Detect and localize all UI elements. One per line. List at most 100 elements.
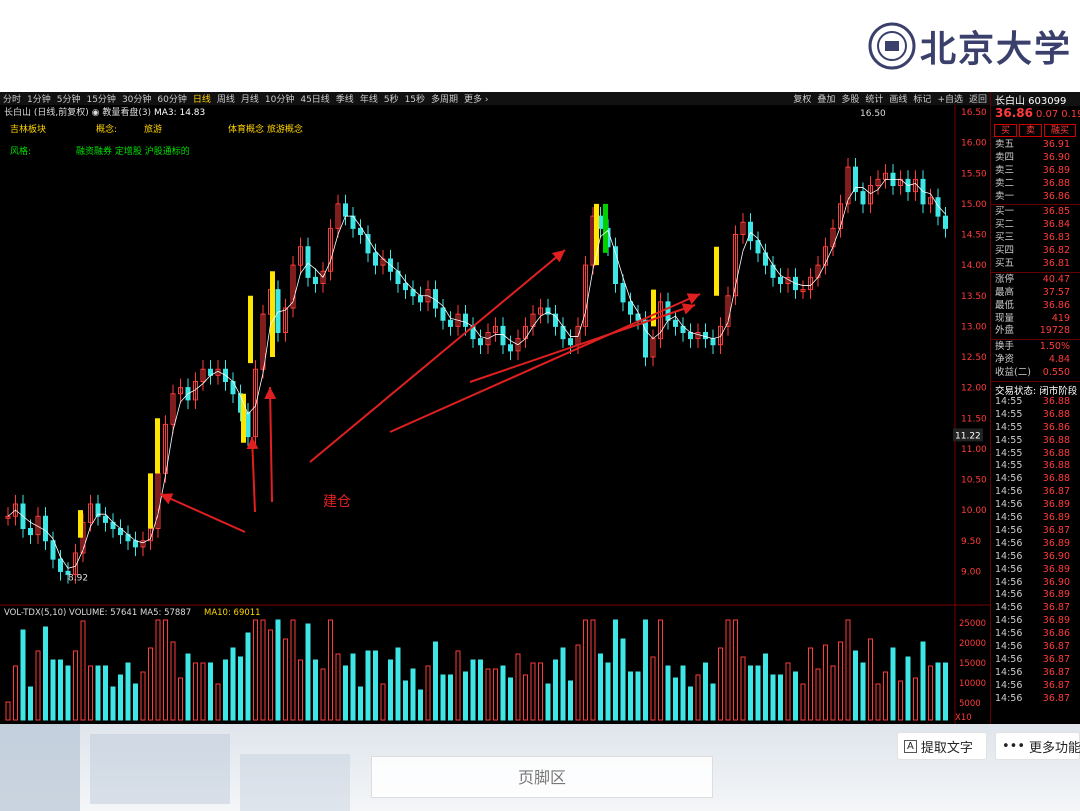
period-tab-6[interactable]: 日线: [190, 92, 214, 105]
volume-bar: [208, 662, 213, 721]
toolbar-tool-0[interactable]: 复权: [790, 92, 814, 105]
trade-button-1[interactable]: 卖: [1019, 124, 1043, 137]
period-tab-7[interactable]: 周线: [214, 92, 238, 105]
period-tab-1[interactable]: 1分钟: [24, 92, 54, 105]
volume-bar: [50, 659, 56, 721]
volume-bar: [65, 665, 71, 721]
period-tab-0[interactable]: 分时: [0, 92, 24, 105]
candle-down: [778, 276, 783, 284]
volume-bar: [440, 674, 446, 721]
tick-time: 14:56: [995, 576, 1023, 588]
tick-time: 14:55: [995, 408, 1023, 420]
highlight-bar: [714, 246, 719, 296]
toolbar-tool-3[interactable]: 统计: [862, 92, 886, 105]
volume-bar: [403, 680, 408, 721]
highlight-bar: [148, 473, 153, 529]
extract-text-button[interactable]: A 提取文字: [897, 732, 987, 760]
tick-row: 14:56 36.89: [991, 512, 1080, 525]
period-tab-15[interactable]: 多周期: [428, 92, 461, 105]
period-tab-8[interactable]: 月线: [238, 92, 262, 105]
volume-bar: [103, 665, 108, 721]
more-functions-label: 更多功能: [1029, 740, 1080, 756]
volume-bar: [598, 653, 603, 721]
period-tab-12[interactable]: 年线: [357, 92, 381, 105]
volume-bar: [230, 647, 236, 721]
bid-label: 买一: [995, 206, 1015, 218]
tick-price: 36.90: [1042, 576, 1070, 588]
period-tab-16[interactable]: 更多 ›: [461, 92, 491, 105]
separator: [991, 204, 1080, 206]
volume-bar: [568, 680, 573, 721]
last-price: 36.86: [995, 106, 1033, 120]
candle-down: [643, 319, 648, 358]
tick-row: 14:56 36.86: [991, 628, 1080, 641]
toolbar-tool-4[interactable]: 画线: [886, 92, 910, 105]
tick-row: 14:55 36.88: [991, 396, 1080, 409]
bid-label: 买四: [995, 245, 1015, 257]
chart-background: [0, 92, 990, 724]
period-tab-4[interactable]: 30分钟: [119, 92, 154, 105]
candle-down: [343, 203, 348, 217]
concept-item-0: 吉林板块: [10, 125, 47, 135]
candle-down: [275, 289, 281, 333]
volume-bar: [58, 659, 63, 721]
period-tab-9[interactable]: 10分钟: [262, 92, 297, 105]
volume-bar: [635, 671, 641, 721]
stat2-label: 收益(二): [995, 367, 1031, 379]
tick-time: 14:56: [995, 692, 1023, 704]
candle-down: [43, 515, 48, 542]
toolbar-right: 复权 叠加 多股 统计 画线 标记 +自选 返回: [790, 92, 990, 105]
price-axis-label: 10.00: [961, 506, 987, 516]
build-position-label: 建仓: [323, 494, 351, 510]
tick-time: 14:55: [995, 396, 1023, 408]
trade-buttons: 买卖融买: [991, 122, 1080, 139]
ask-value: 36.90: [1042, 151, 1070, 163]
tick-row: 14:56 36.89: [991, 499, 1080, 512]
tick-time: 14:56: [995, 524, 1023, 536]
candle-down: [628, 301, 633, 315]
bid-row: 买五 36.81: [991, 258, 1080, 271]
candle-down: [58, 558, 63, 572]
volume-bar: [238, 656, 243, 721]
bid-row: 买二 36.84: [991, 219, 1080, 232]
more-functions-button[interactable]: ••• 更多功能: [995, 732, 1080, 760]
toolbar-tool-5[interactable]: 标记: [910, 92, 934, 105]
trade-button-0[interactable]: 买: [994, 124, 1018, 137]
period-tab-2[interactable]: 5分钟: [54, 92, 84, 105]
tick-row: 14:56 36.87: [991, 602, 1080, 615]
period-tab-10[interactable]: 45日线: [297, 92, 332, 105]
tick-time: 14:56: [995, 615, 1023, 627]
bid-value: 36.81: [1042, 258, 1070, 270]
candle-down: [478, 338, 483, 346]
period-tab-5[interactable]: 60分钟: [154, 92, 189, 105]
candle-down: [508, 344, 513, 352]
toolbar-tool-1[interactable]: 叠加: [814, 92, 838, 105]
period-tab-3[interactable]: 15分钟: [83, 92, 118, 105]
stat-row: 涨停 40.47: [991, 274, 1080, 287]
period-tab-14[interactable]: 15秒: [402, 92, 428, 105]
period-tab-13[interactable]: 5秒: [381, 92, 402, 105]
volume-bar: [763, 653, 768, 721]
volume-bar: [350, 653, 356, 721]
toolbar-tool-2[interactable]: 多股: [838, 92, 862, 105]
volume-bar: [395, 647, 401, 721]
volume-bar: [560, 647, 566, 721]
chart-info-line: 长白山 (日线,前复权) ◉ 教量看盘(3) MA3: 14.83: [0, 105, 990, 118]
volume-bar: [553, 659, 558, 721]
highlight-bar: [594, 203, 599, 266]
candle-down: [133, 540, 138, 548]
volume-axis-label: 15000: [959, 659, 986, 669]
volume-bar: [665, 665, 671, 721]
tick-price: 36.88: [1042, 408, 1070, 420]
toolbar-tool-6[interactable]: +自选: [934, 92, 966, 105]
ask-value: 36.86: [1042, 190, 1070, 202]
volume-bar: [605, 662, 611, 721]
tick-row: 14:56 36.90: [991, 577, 1080, 590]
info-title: 长白山 (日线,前复权) ◉ 教量看盘(3): [4, 108, 152, 118]
trade-button-2[interactable]: 融买: [1044, 124, 1077, 137]
trade-status: 交易状态: 闭市阶段: [995, 386, 1078, 397]
ask-row: 卖四 36.90: [991, 152, 1080, 165]
candle-down: [673, 319, 678, 327]
period-tab-11[interactable]: 季线: [333, 92, 357, 105]
toolbar-tool-7[interactable]: 返回: [966, 92, 990, 105]
